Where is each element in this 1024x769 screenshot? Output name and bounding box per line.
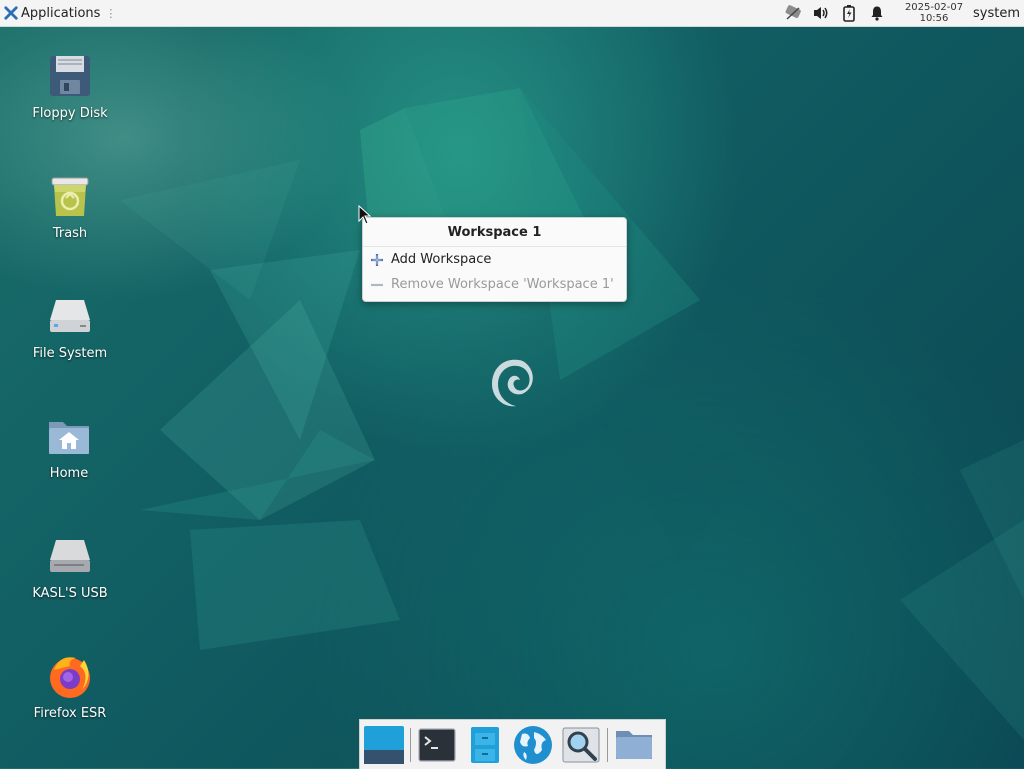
panel-separator-icon: ⋮ bbox=[105, 6, 117, 20]
applications-menu-label: Applications bbox=[21, 5, 101, 21]
plus-icon bbox=[369, 252, 385, 268]
dock-separator bbox=[410, 727, 411, 762]
remove-workspace-label: Remove Workspace 'Workspace 1' bbox=[391, 277, 614, 292]
desktop-icon-label: Home bbox=[49, 466, 89, 481]
add-workspace-menu-item[interactable]: Add Workspace bbox=[363, 247, 626, 272]
desktop-icon-label: Firefox ESR bbox=[33, 706, 107, 721]
file-manager-icon bbox=[471, 726, 499, 763]
home-folder-icon bbox=[45, 412, 93, 460]
clock-date: 2025-02-07 bbox=[904, 2, 964, 13]
desktop-icon-label: Trash bbox=[52, 226, 88, 241]
terminal-icon bbox=[418, 727, 456, 762]
terminal-launcher[interactable] bbox=[415, 723, 459, 767]
user-menu-button[interactable]: system bbox=[973, 6, 1022, 21]
folder-icon bbox=[616, 730, 652, 759]
desktop-icon-label: Floppy Disk bbox=[32, 106, 108, 121]
web-browser-icon bbox=[514, 725, 552, 764]
firefox-icon bbox=[46, 652, 94, 700]
debian-swirl-logo bbox=[492, 359, 533, 407]
show-desktop-button[interactable] bbox=[362, 723, 406, 767]
file-manager-launcher[interactable] bbox=[463, 723, 507, 767]
floppy-disk-icon bbox=[46, 52, 94, 100]
desktop-icon-label: File System bbox=[32, 346, 108, 361]
desktop-icon-trash[interactable]: Trash bbox=[20, 172, 120, 241]
desktop-icon-file-system[interactable]: File System bbox=[20, 292, 120, 361]
web-browser-launcher[interactable] bbox=[511, 723, 555, 767]
add-workspace-label: Add Workspace bbox=[391, 252, 492, 267]
mouse-cursor-icon bbox=[358, 205, 372, 225]
app-finder-launcher[interactable] bbox=[559, 723, 603, 767]
desktop-icon-label: KASL'S USB bbox=[32, 586, 108, 601]
usb-drive-icon bbox=[46, 532, 94, 580]
volume-icon[interactable] bbox=[810, 2, 832, 24]
applications-menu-button[interactable]: Applications ⋮ bbox=[0, 0, 116, 26]
remove-workspace-menu-item[interactable]: Remove Workspace 'Workspace 1' bbox=[363, 272, 626, 297]
desktop-icon-home[interactable]: Home bbox=[19, 412, 119, 481]
file-system-icon bbox=[46, 292, 94, 340]
context-menu-title: Workspace 1 bbox=[363, 218, 626, 247]
network-icon[interactable] bbox=[782, 2, 804, 24]
folder-launcher[interactable] bbox=[612, 723, 656, 767]
xfce-logo-icon bbox=[4, 6, 18, 20]
desktop-icon-floppy-disk[interactable]: Floppy Disk bbox=[20, 52, 120, 121]
top-panel: Applications ⋮ 2025-02-07 10:56 system bbox=[0, 0, 1024, 27]
system-tray: 2025-02-07 10:56 system bbox=[779, 0, 1024, 26]
desktop-icon-firefox-esr[interactable]: Firefox ESR bbox=[20, 652, 120, 721]
show-desktop-icon bbox=[364, 725, 404, 764]
dock-separator bbox=[607, 727, 608, 762]
minus-icon bbox=[369, 277, 385, 293]
dock-panel bbox=[359, 719, 666, 769]
clock-time: 10:56 bbox=[919, 13, 949, 24]
clock[interactable]: 2025-02-07 10:56 bbox=[899, 2, 969, 24]
battery-icon[interactable] bbox=[838, 2, 860, 24]
trash-icon bbox=[46, 172, 94, 220]
app-finder-icon bbox=[562, 727, 600, 762]
desktop-icon-kasls-usb[interactable]: KASL'S USB bbox=[20, 532, 120, 601]
notification-bell-icon[interactable] bbox=[866, 2, 888, 24]
workspace-context-menu: Workspace 1 Add Workspace Remove Workspa… bbox=[362, 217, 627, 302]
